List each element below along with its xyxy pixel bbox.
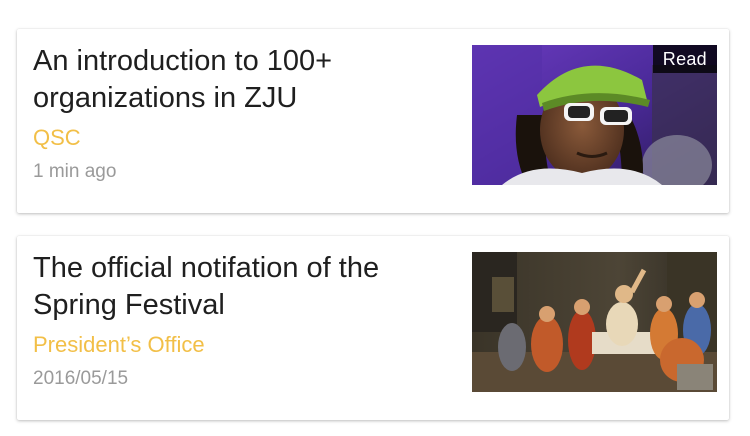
article-source[interactable]: President’s Office	[33, 330, 453, 360]
article-title[interactable]: The official notifation of the Spring Fe…	[33, 250, 453, 324]
article-card[interactable]: An introduction to 100+ organizations in…	[17, 29, 729, 213]
article-time: 2016/05/15	[33, 368, 129, 389]
article-time: 1 min ago	[33, 161, 117, 182]
article-source[interactable]: QSC	[33, 123, 453, 153]
article-feed: An introduction to 100+ organizations in…	[0, 0, 750, 436]
read-badge: Read	[652, 45, 717, 73]
article-text: The official notifation of the Spring Fe…	[33, 250, 453, 392]
article-thumbnail[interactable]	[472, 252, 717, 392]
photo-painting-icon	[472, 252, 717, 392]
article-card[interactable]: The official notifation of the Spring Fe…	[17, 236, 729, 420]
article-title[interactable]: An introduction to 100+ organizations in…	[33, 43, 453, 117]
article-thumbnail[interactable]: Read	[472, 45, 717, 185]
article-text: An introduction to 100+ organizations in…	[33, 43, 453, 185]
